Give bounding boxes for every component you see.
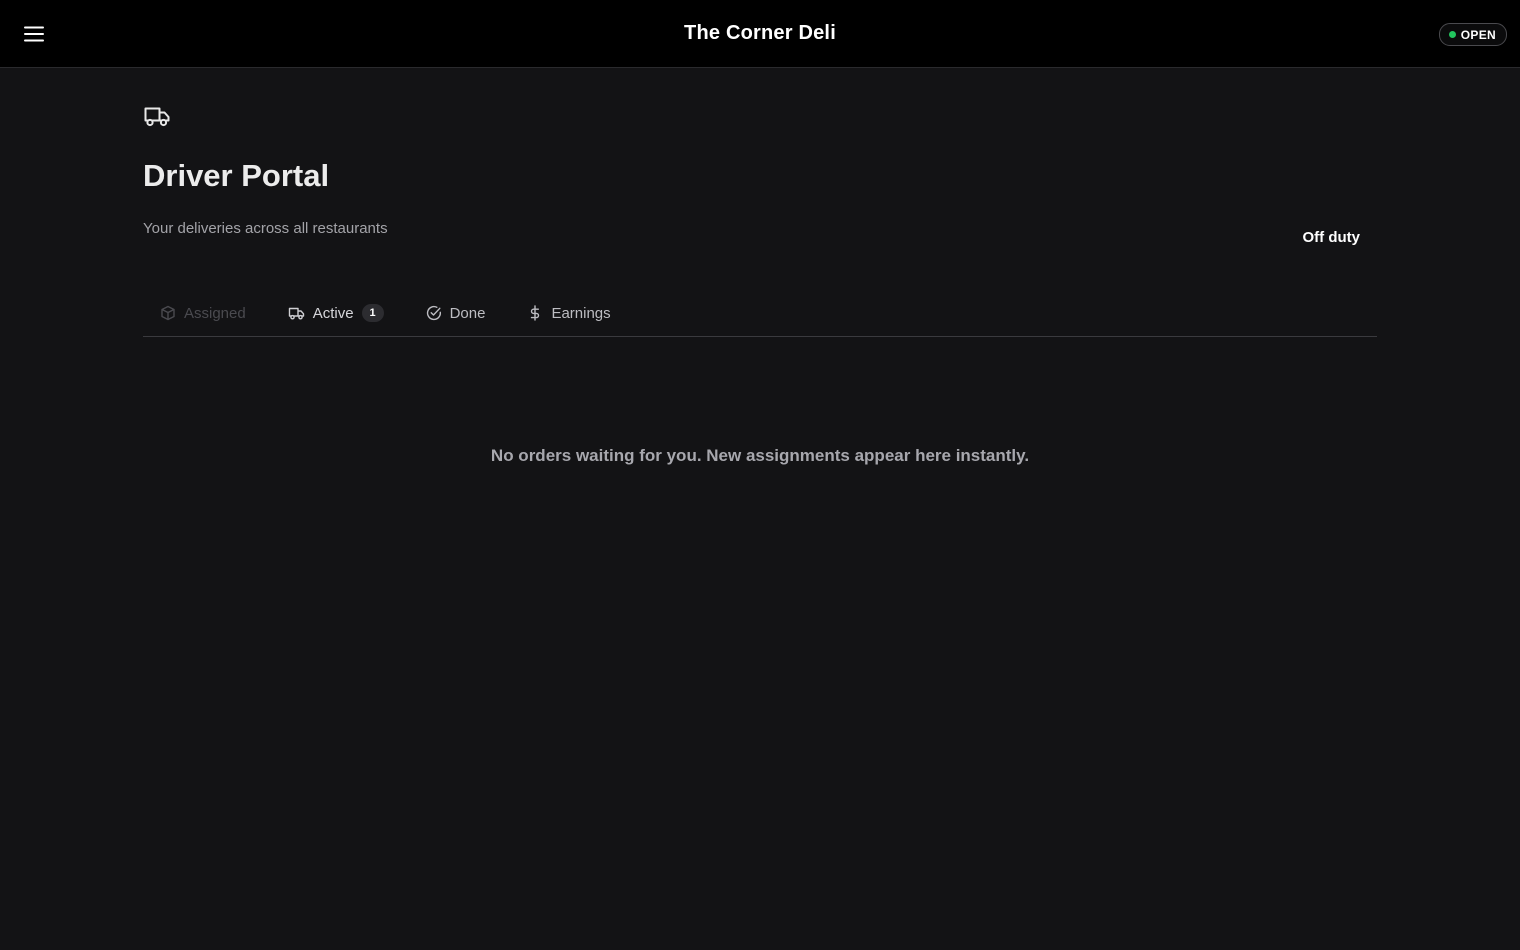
restaurant-name: The Corner Deli xyxy=(684,22,836,44)
active-count-badge: 1 xyxy=(361,304,384,322)
tab-done[interactable]: Done xyxy=(426,290,486,336)
tab-done-label: Done xyxy=(449,304,486,322)
status-dot-icon xyxy=(1448,31,1456,38)
tab-assigned-label: Assigned xyxy=(184,304,246,322)
tab-assigned[interactable]: Assigned xyxy=(160,290,246,336)
status-label: OPEN xyxy=(1460,27,1496,42)
truck-icon xyxy=(288,307,304,320)
check-circle-icon xyxy=(426,305,441,321)
page-subtitle: Your deliveries across all restaurants xyxy=(143,220,388,237)
dollar-icon xyxy=(531,305,540,321)
tab-earnings[interactable]: Earnings xyxy=(527,290,611,336)
truck-icon xyxy=(144,107,170,127)
package-icon xyxy=(161,305,175,321)
top-bar: The Corner Deli OPEN xyxy=(0,0,1520,68)
status-badge: OPEN xyxy=(1438,23,1507,46)
page-title: Driver Portal xyxy=(143,158,330,193)
duty-toggle-button[interactable]: Off duty xyxy=(1303,229,1361,246)
tab-earnings-label: Earnings xyxy=(551,304,611,322)
hamburger-menu-icon xyxy=(24,26,44,42)
tab-active[interactable]: Active 1 xyxy=(288,290,384,336)
empty-state-message: No orders waiting for you. New assignmen… xyxy=(490,446,1030,465)
tab-active-label: Active xyxy=(312,304,354,322)
menu-button[interactable] xyxy=(20,20,48,48)
tab-bar: Assigned Active 1 Done Earnings xyxy=(143,290,1377,337)
